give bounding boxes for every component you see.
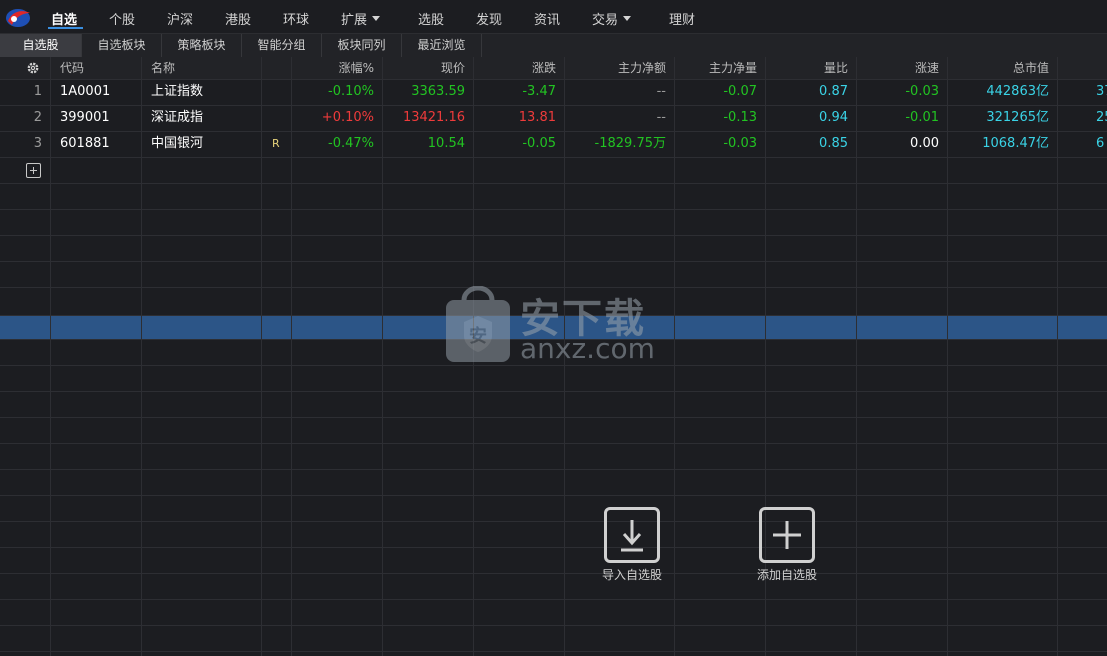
speed: -0.01 [905,110,939,125]
row-index: 1 [33,84,42,99]
nav-item-shanghai-shenzhen[interactable]: 沪深 [167,9,193,28]
chevron-down-icon [623,16,632,21]
speed: 0.00 [910,136,939,151]
stock-code: 399001 [60,110,110,125]
watermark: 安 安下载 anxz.com [444,286,662,370]
stock-name: 深证成指 [151,110,204,125]
nav-item-finance[interactable]: 理财 [669,9,695,28]
col-header-main-net-amount[interactable]: 主力净额 [565,57,666,79]
nav-item-hk[interactable]: 港股 [225,9,251,28]
main-net-volume: -0.13 [723,110,757,125]
truncated-cell: 6 [1096,136,1105,151]
stock-code: 1A0001 [60,84,111,99]
nav-active-underline [48,27,83,29]
volume-ratio: 0.87 [819,84,848,99]
col-header-name[interactable]: 名称 [151,57,175,79]
gear-icon[interactable] [26,61,40,75]
nav-item-stock[interactable]: 个股 [109,9,135,28]
col-header-change[interactable]: 涨跌 [474,57,556,79]
truncated-cell: 37 [1096,84,1107,99]
col-header-main-net-volume[interactable]: 主力净量 [675,57,757,79]
main-net-amount: -- [656,84,666,99]
import-watchlist-label: 导入自选股 [601,568,662,582]
tab-strategy-sectors[interactable]: 策略板块 [162,34,242,57]
volume-ratio: 0.85 [819,136,848,151]
col-header-speed[interactable]: 涨速 [857,57,939,79]
market-cap: 442863亿 [986,84,1049,99]
change-pct: -0.10% [328,84,374,99]
watermark-domain: anxz.com [520,332,655,365]
price: 3363.59 [411,84,465,99]
nav-item-global[interactable]: 环球 [283,9,309,28]
main-net-amount: -- [656,110,666,125]
tab-recent[interactable]: 最近浏览 [402,34,482,57]
nav-item-watchlist[interactable]: 自选 [51,9,77,28]
add-watchlist-label: 添加自选股 [756,568,817,582]
row-index: 3 [33,136,42,151]
change-pct: +0.10% [321,110,374,125]
price: 10.54 [427,136,465,151]
change-pct: -0.47% [328,136,374,151]
truncated-cell: 25 [1096,110,1107,125]
add-watchlist-button[interactable]: 添加自选股 [751,507,823,583]
tab-watchlist-stocks[interactable]: 自选股 [0,34,82,57]
stock-name: 中国银河 [151,136,204,151]
tab-smart-groups[interactable]: 智能分组 [242,34,322,57]
import-watchlist-button[interactable]: 导入自选股 [596,507,668,583]
main-net-amount: -1829.75万 [594,136,666,151]
col-header-price[interactable]: 现价 [383,57,465,79]
col-header-volume-ratio[interactable]: 量比 [766,57,848,79]
change: -3.47 [522,84,556,99]
import-box [604,507,660,563]
nav-item-news[interactable]: 资讯 [534,9,560,28]
volume-ratio: 0.94 [819,110,848,125]
col-header-change-pct[interactable]: 涨幅% [292,57,374,79]
add-row-icon[interactable] [26,163,41,178]
nav-item-trade-label: 交易 [592,13,619,28]
stock-name: 上证指数 [151,84,204,99]
tab-sector-columns[interactable]: 板块同列 [322,34,402,57]
market-cap: 321265亿 [986,110,1049,125]
main-net-volume: -0.03 [723,136,757,151]
market-cap: 1068.47亿 [982,136,1049,151]
svg-text:安: 安 [469,325,487,347]
sub-tabs: 自选股 自选板块 策略板块 智能分组 板块同列 最近浏览 [0,33,1107,57]
col-header-code[interactable]: 代码 [60,57,84,79]
nav-item-extend[interactable]: 扩展 [341,9,381,28]
nav-item-stock-picker[interactable]: 选股 [418,9,444,28]
top-nav: 自选 个股 沪深 港股 环球 扩展 选股 发现 资讯 交易 理财 [0,0,1107,33]
col-header-market-cap[interactable]: 总市值 [948,57,1049,79]
app-logo-icon[interactable] [4,7,32,29]
row-index: 2 [33,110,42,125]
price: 13421.16 [402,110,465,125]
chevron-down-icon [372,16,381,21]
shopping-bag-icon: 安 [446,286,510,362]
change: -0.05 [522,136,556,151]
plus-icon [773,521,801,549]
tab-watchlist-sectors[interactable]: 自选板块 [82,34,162,57]
stock-flag: R [272,137,280,150]
download-icon [621,520,643,552]
stock-code: 601881 [60,136,110,151]
add-box [759,507,815,563]
change: 13.81 [518,110,556,125]
nav-item-trade[interactable]: 交易 [592,9,632,28]
speed: -0.03 [905,84,939,99]
main-net-volume: -0.07 [723,84,757,99]
nav-item-extend-label: 扩展 [341,13,368,28]
nav-item-discover[interactable]: 发现 [476,9,502,28]
